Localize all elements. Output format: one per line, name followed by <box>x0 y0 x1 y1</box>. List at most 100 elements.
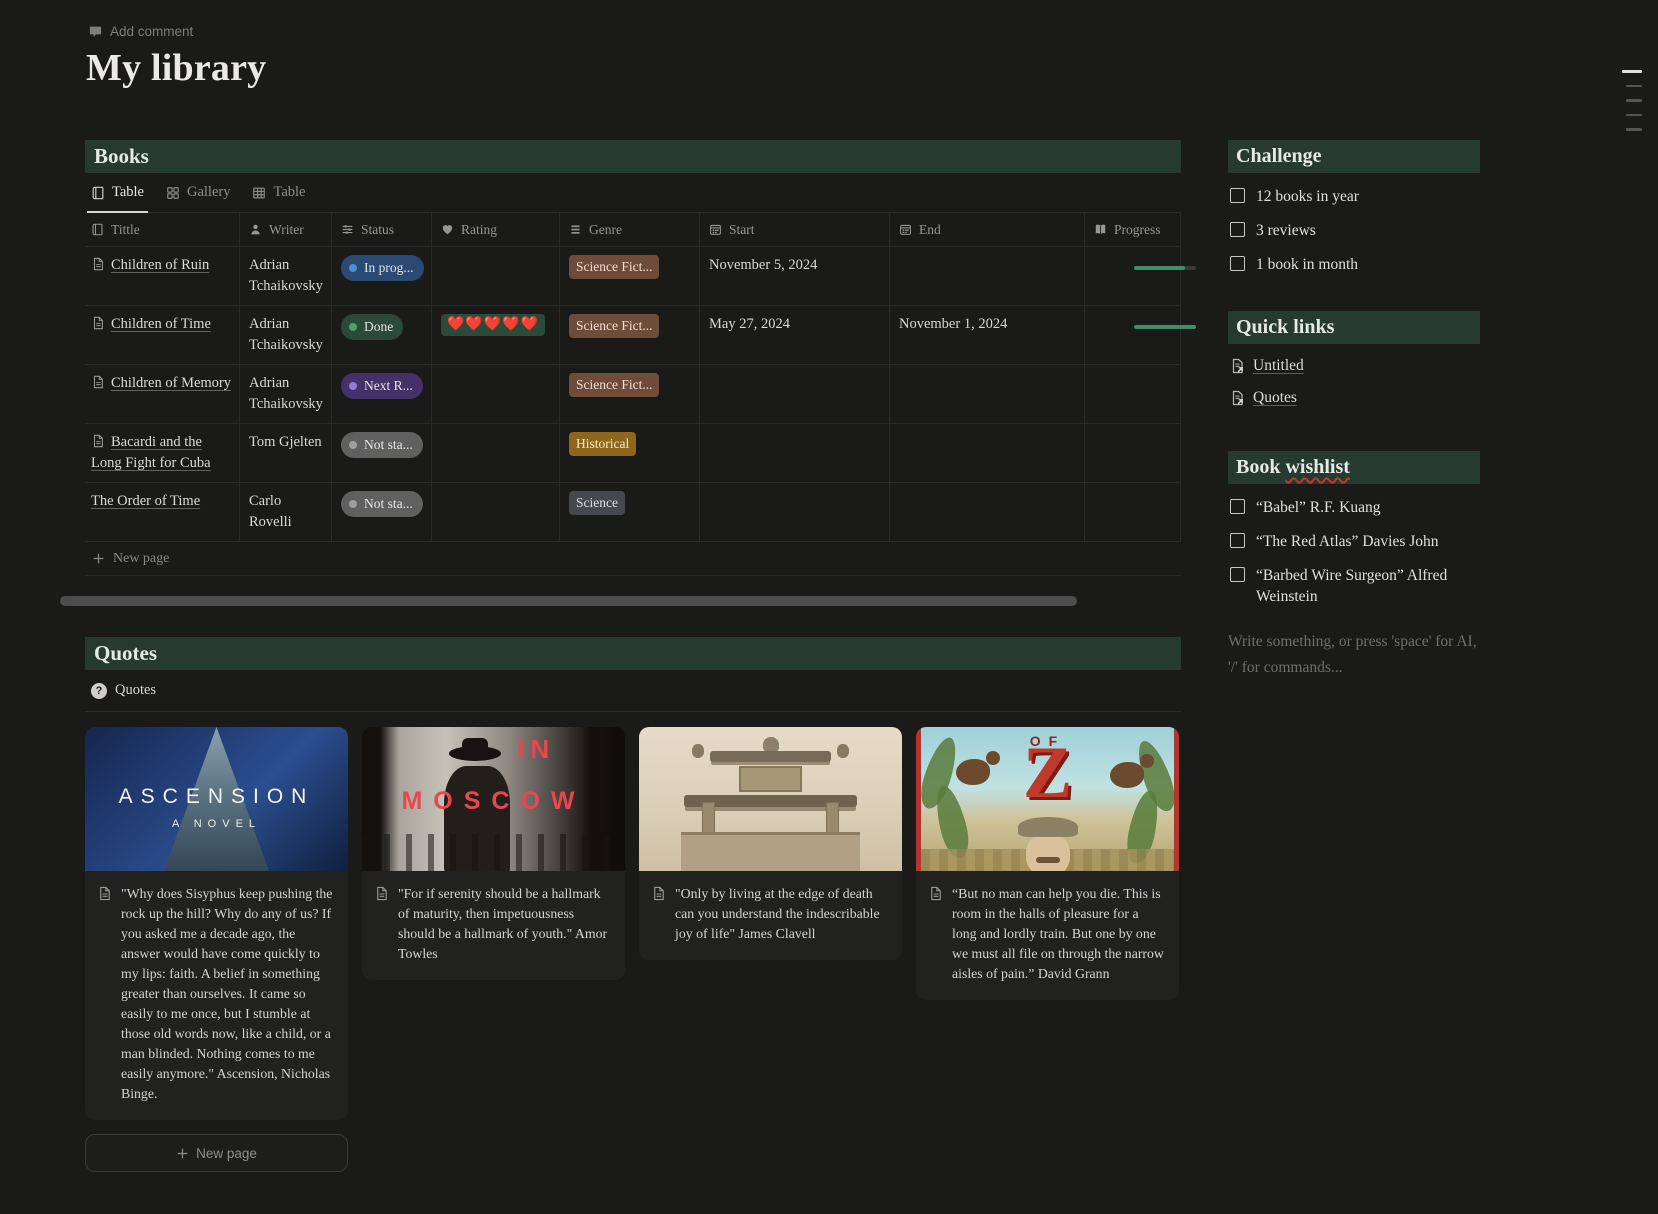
title-cell[interactable]: Children of Ruin <box>85 247 240 305</box>
gallery-new-page-button[interactable]: New page <box>85 1134 348 1172</box>
books-table: Tittle Writer Status <box>85 213 1181 576</box>
page-link-untitled[interactable]: Untitled <box>1230 357 1480 375</box>
column-header-genre[interactable]: Genre <box>560 213 700 246</box>
start-date-cell[interactable] <box>700 483 890 541</box>
progress-cell[interactable] <box>1085 247 1181 305</box>
add-comment-button[interactable]: Add comment <box>88 24 193 39</box>
todo-item[interactable]: 3 reviews <box>1230 220 1480 241</box>
books-database: Books Table Gallery <box>85 140 1181 576</box>
column-header-rating[interactable]: Rating <box>432 213 560 246</box>
status-pill: Not sta... <box>341 432 423 458</box>
books-view-tabs: Table Gallery Table <box>85 173 1181 213</box>
writer-cell[interactable]: Carlo Rovelli <box>240 483 332 541</box>
cover-subtitle: A NOVEL <box>85 818 348 830</box>
tab-label: Gallery <box>187 184 230 201</box>
book-title-link: Bacardi and the Long Fight for Cuba <box>91 434 211 471</box>
start-date-cell[interactable] <box>700 424 890 482</box>
start-date-cell[interactable] <box>700 365 890 423</box>
outline-line-active[interactable] <box>1622 70 1642 73</box>
rating-cell[interactable] <box>432 365 560 423</box>
book-cover-z: OF Z <box>916 727 1179 871</box>
editor-placeholder[interactable]: Write something, or press 'space' for AI… <box>1228 629 1480 681</box>
status-cell[interactable]: Done <box>332 306 432 364</box>
checkbox-unchecked[interactable] <box>1230 533 1245 548</box>
progress-cell[interactable] <box>1085 306 1181 364</box>
status-cell[interactable]: In prog... <box>332 247 432 305</box>
status-cell[interactable]: Not sta... <box>332 483 432 541</box>
outline-line[interactable] <box>1626 114 1642 117</box>
wishlist-item[interactable]: “The Red Atlas” Davies John <box>1230 531 1480 552</box>
column-header-progress[interactable]: Progress <box>1085 213 1181 246</box>
rating-cell[interactable]: ❤️❤️❤️❤️❤️ <box>432 306 560 364</box>
end-date-cell[interactable] <box>890 247 1085 305</box>
genre-cell[interactable]: Historical <box>560 424 700 482</box>
rating-cell[interactable] <box>432 424 560 482</box>
status-cell[interactable]: Not sta... <box>332 424 432 482</box>
quote-card-lost-city-of-z[interactable]: OF Z “But no man can help you die. This … <box>916 727 1179 1000</box>
todo-item[interactable]: 1 book in month <box>1230 254 1480 275</box>
outline-line[interactable] <box>1626 99 1642 102</box>
progress-cell[interactable] <box>1085 483 1181 541</box>
tab-table-1[interactable]: Table <box>91 173 144 212</box>
title-cell[interactable]: Bacardi and the Long Fight for Cuba <box>85 424 240 482</box>
rating-cell[interactable] <box>432 483 560 541</box>
checkbox-unchecked[interactable] <box>1230 188 1245 203</box>
list-icon <box>569 223 582 236</box>
tab-gallery[interactable]: Gallery <box>166 173 230 212</box>
writer-cell[interactable]: Tom Gjelten <box>240 424 332 482</box>
rating-cell[interactable] <box>432 247 560 305</box>
progress-bar <box>1134 325 1196 329</box>
writer-cell[interactable]: Adrian Tchaikovsky <box>240 306 332 364</box>
end-date-cell[interactable]: November 1, 2024 <box>890 306 1085 364</box>
main-content: Add comment My library Books Table <box>85 0 1181 1214</box>
title-cell[interactable]: Children of Time <box>85 306 240 364</box>
status-pill: In prog... <box>341 255 424 281</box>
status-cell[interactable]: Next R... <box>332 365 432 423</box>
quote-card-moscow[interactable]: IN MOSCOW "For if serenity should be a h… <box>362 727 625 980</box>
tab-table-2[interactable]: Table <box>252 173 305 212</box>
outline-line[interactable] <box>1626 128 1642 131</box>
book-title-link: The Order of Time <box>91 493 200 509</box>
status-dot <box>349 500 357 508</box>
genre-cell[interactable]: Science Fict... <box>560 247 700 305</box>
tab-quotes[interactable]: Quotes <box>115 682 156 699</box>
title-cell[interactable]: Children of Memory <box>85 365 240 423</box>
column-header-end[interactable]: End <box>890 213 1085 246</box>
progress-cell[interactable] <box>1085 365 1181 423</box>
checkbox-unchecked[interactable] <box>1230 256 1245 271</box>
status-pill: Done <box>341 314 403 340</box>
checkbox-unchecked[interactable] <box>1230 499 1245 514</box>
column-header-start[interactable]: Start <box>700 213 890 246</box>
end-date-cell[interactable] <box>890 483 1085 541</box>
genre-cell[interactable]: Science <box>560 483 700 541</box>
end-date-cell[interactable] <box>890 365 1085 423</box>
wishlist-item[interactable]: “Barbed Wire Surgeon” Alfred Weinstein <box>1230 565 1480 607</box>
column-header-writer[interactable]: Writer <box>240 213 332 246</box>
genre-cell[interactable]: Science Fict... <box>560 365 700 423</box>
outline-line[interactable] <box>1626 85 1642 88</box>
page-link-quotes[interactable]: Quotes <box>1230 389 1480 407</box>
start-date-cell[interactable]: May 27, 2024 <box>700 306 890 364</box>
title-cell[interactable]: The Order of Time <box>85 483 240 541</box>
horizontal-scrollbar[interactable] <box>60 596 1077 606</box>
checkbox-unchecked[interactable] <box>1230 222 1245 237</box>
cover-title: MOSCOW <box>362 787 625 816</box>
checkbox-unchecked[interactable] <box>1230 567 1245 582</box>
writer-cell[interactable]: Adrian Tchaikovsky <box>240 247 332 305</box>
column-header-title[interactable]: Tittle <box>85 213 240 246</box>
progress-cell[interactable] <box>1085 424 1181 482</box>
column-header-status[interactable]: Status <box>332 213 432 246</box>
end-date-cell[interactable] <box>890 424 1085 482</box>
wishlist-item[interactable]: “Babel” R.F. Kuang <box>1230 497 1480 518</box>
start-date-cell[interactable]: November 5, 2024 <box>700 247 890 305</box>
quotes-section-header: Quotes <box>85 637 1181 670</box>
cover-title: ASCENSION <box>85 785 348 809</box>
table-new-page-button[interactable]: New page <box>85 542 1181 576</box>
quote-card-ascension[interactable]: ASCENSION A NOVEL "Why does Sisyphus kee… <box>85 727 348 1120</box>
todo-item[interactable]: 12 books in year <box>1230 186 1480 207</box>
quote-card-gate[interactable]: "Only by living at the edge of death can… <box>639 727 902 960</box>
status-pill: Not sta... <box>341 491 423 517</box>
genre-cell[interactable]: Science Fict... <box>560 306 700 364</box>
writer-cell[interactable]: Adrian Tchaikovsky <box>240 365 332 423</box>
outline-indicator[interactable] <box>1622 70 1642 131</box>
